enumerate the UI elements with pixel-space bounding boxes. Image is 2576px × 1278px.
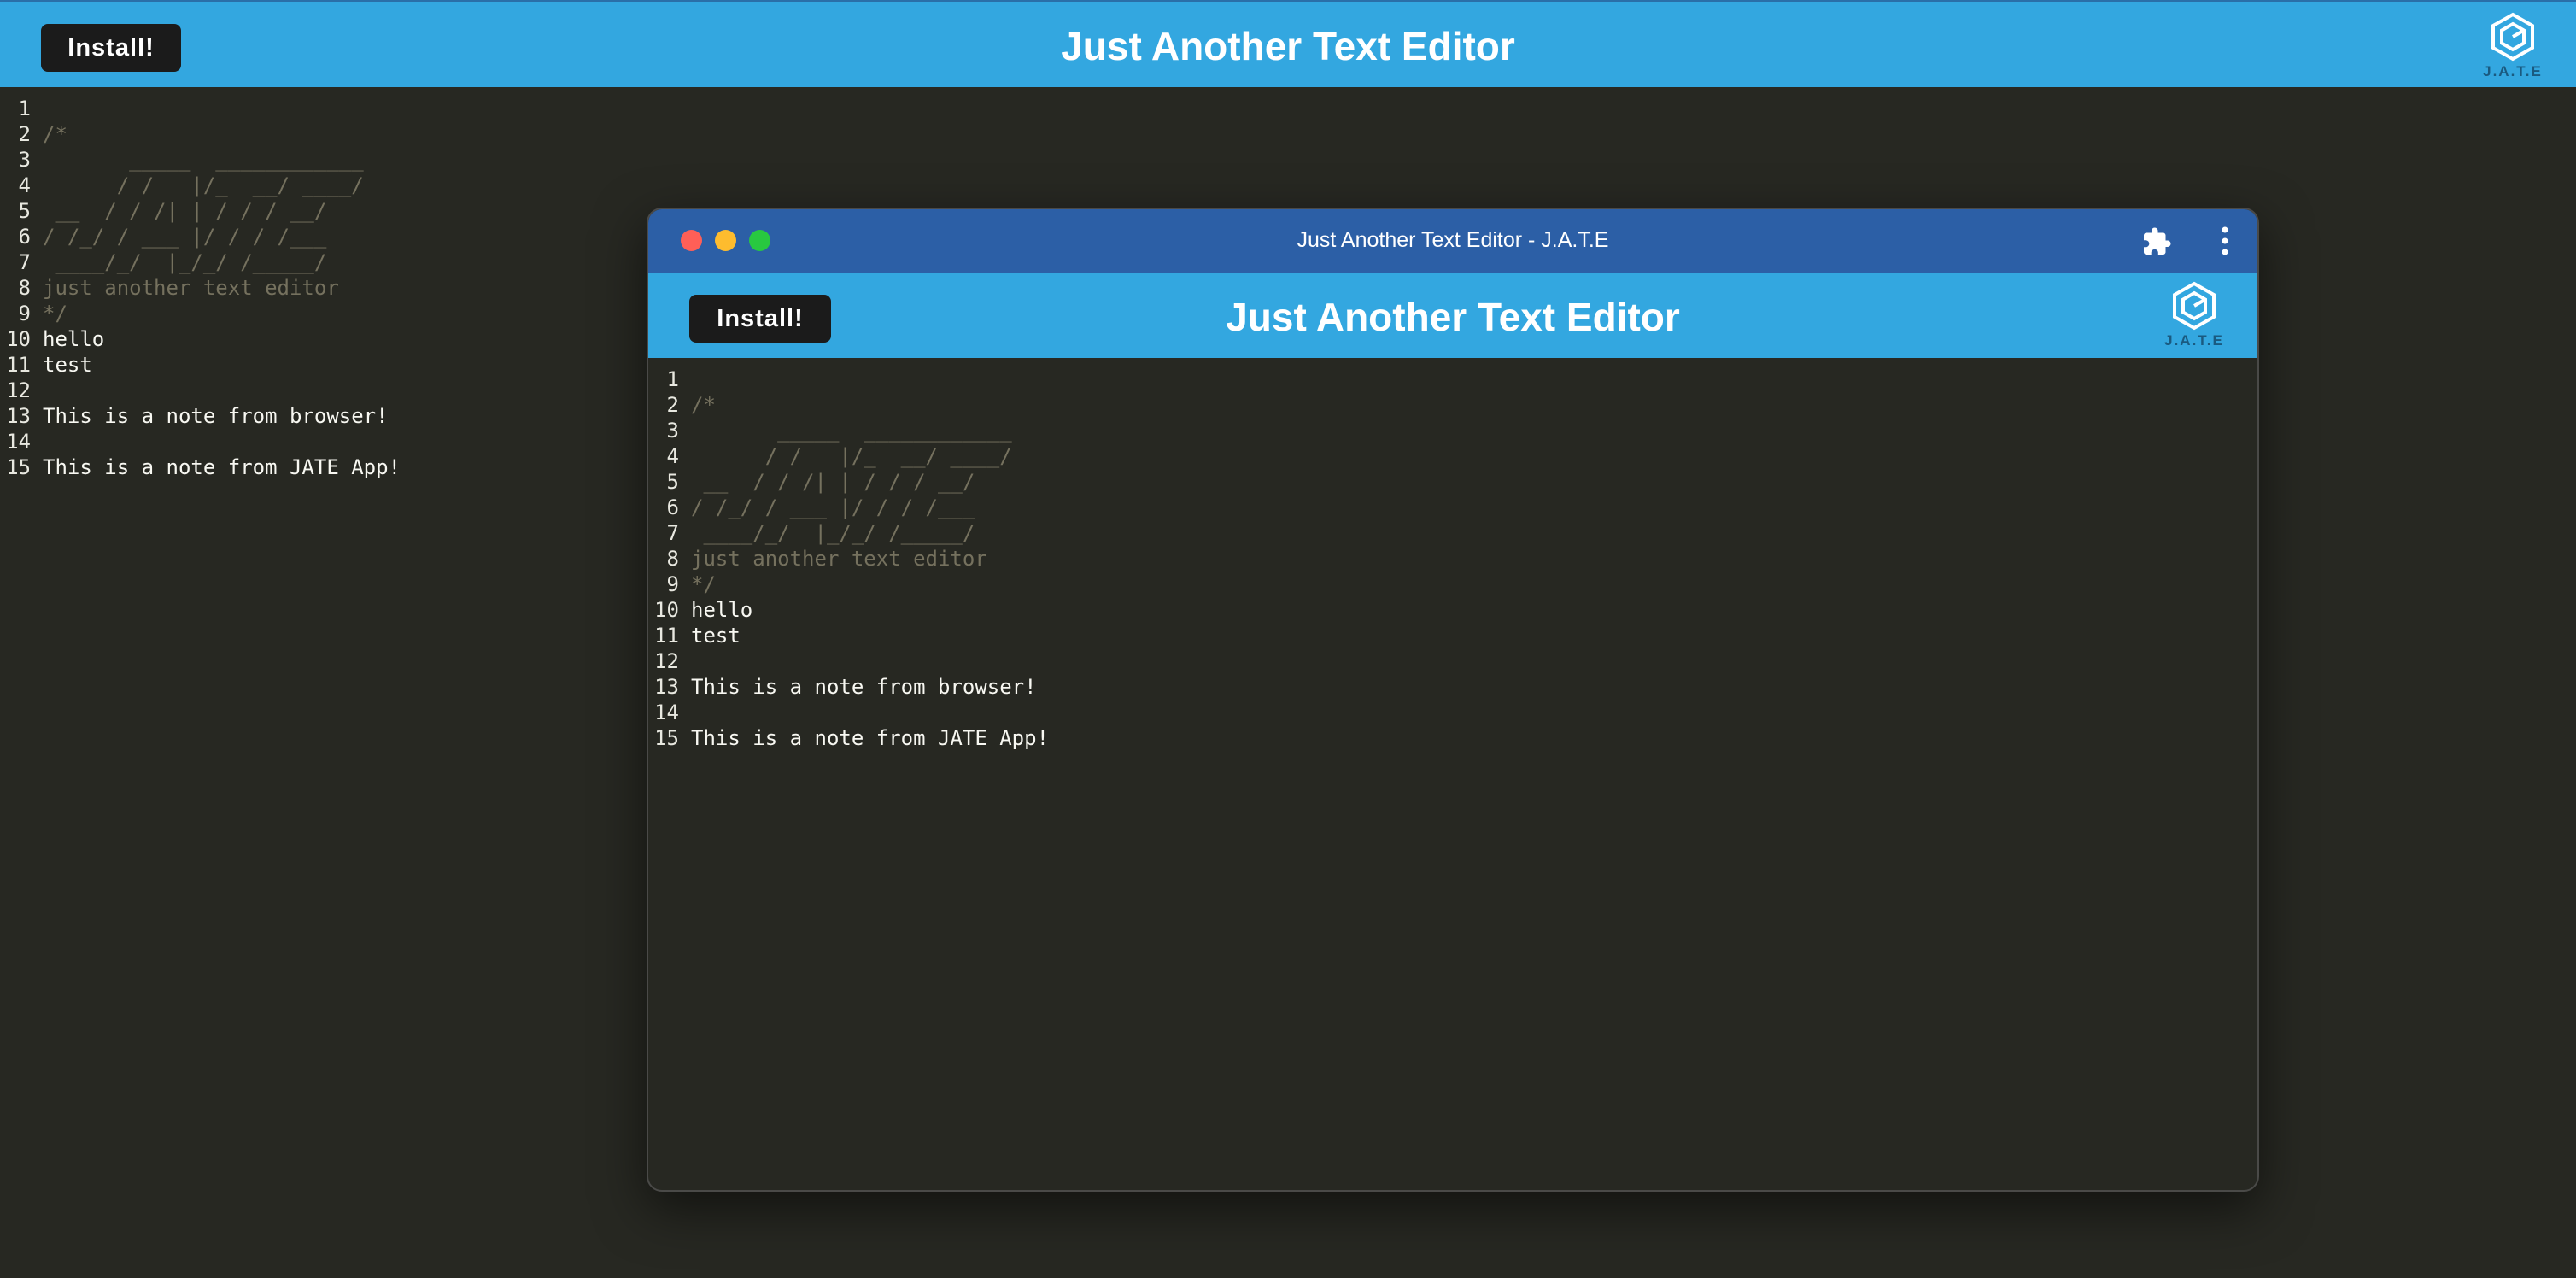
line-number: 5	[18, 199, 31, 223]
line-text: test	[691, 624, 741, 648]
editor-line[interactable]: 6 / /_/ / ___ |/ / / /___	[648, 495, 1502, 520]
line-text: */	[43, 302, 67, 325]
line-number: 2	[666, 393, 679, 417]
line-text: /*	[691, 393, 716, 417]
app-header: Install! Just Another Text Editor J.A.T.…	[0, 0, 2576, 87]
editor-line[interactable]: 12	[648, 648, 1502, 674]
editor-line[interactable]: 7 ____/_/ |_/_/ /_____/	[648, 520, 1502, 546]
editor-line[interactable]: 4 / / |/_ __/ ____/	[648, 443, 1502, 469]
line-text: This is a note from browser!	[691, 675, 1037, 699]
line-number: 13	[6, 404, 31, 428]
line-text: / /_/ / ___ |/ / / /___	[43, 225, 327, 249]
line-text: hello	[43, 327, 105, 351]
line-number: 15	[654, 726, 679, 750]
line-text: This is a note from JATE App!	[691, 726, 1050, 750]
line-text: This is a note from JATE App!	[43, 455, 401, 479]
line-text: / / |/_ __/ ____/	[691, 444, 1012, 468]
window-app-header: Install! Just Another Text Editor J.A.T.…	[648, 273, 2257, 358]
app-window: Just Another Text Editor - J.A.T.E Insta…	[647, 208, 2259, 1192]
line-number: 8	[18, 276, 31, 300]
editor-line[interactable]: 2 /*	[0, 121, 769, 147]
line-number: 2	[18, 122, 31, 146]
line-number: 6	[18, 225, 31, 249]
line-number: 12	[6, 378, 31, 402]
editor-line[interactable]: 11 test	[648, 623, 1502, 648]
line-text: just another text editor	[43, 276, 339, 300]
editor-line[interactable]: 8 just another text editor	[648, 546, 1502, 572]
line-text: test	[43, 353, 92, 377]
line-text: / / |/_ __/ ____/	[43, 173, 364, 197]
line-number: 6	[666, 495, 679, 519]
line-number: 10	[654, 598, 679, 622]
line-number: 14	[654, 701, 679, 724]
jate-logo-icon	[2173, 281, 2216, 331]
line-number: 13	[654, 675, 679, 699]
extensions-puzzle-icon[interactable]	[2141, 226, 2172, 257]
window-title: Just Another Text Editor - J.A.T.E	[1297, 228, 1609, 252]
editor-line[interactable]: 10 hello	[648, 597, 1502, 623]
editor-line[interactable]: 14	[648, 700, 1502, 725]
window-titlebar[interactable]: Just Another Text Editor - J.A.T.E	[648, 209, 2257, 273]
line-number: 8	[666, 547, 679, 571]
line-number: 4	[666, 444, 679, 468]
editor-line[interactable]: 9 */	[648, 572, 1502, 597]
line-text: _____ ____________	[691, 419, 1012, 443]
editor-line[interactable]: 15 This is a note from JATE App!	[648, 725, 1502, 751]
line-number: 11	[654, 624, 679, 648]
logo-text: J.A.T.E	[2483, 63, 2543, 79]
line-text: / /_/ / ___ |/ / / /___	[691, 495, 975, 519]
line-text: __ / / /| | / / / __/	[43, 199, 327, 223]
jate-logo: J.A.T.E	[2470, 12, 2556, 80]
line-text: */	[691, 572, 716, 596]
line-number: 12	[654, 649, 679, 673]
editor-line[interactable]: 1	[648, 366, 1502, 392]
editor-line[interactable]: 1	[0, 96, 769, 121]
line-number: 9	[18, 302, 31, 325]
app-title: Just Another Text Editor	[1061, 24, 1515, 68]
window-jate-logo: J.A.T.E	[2152, 281, 2237, 349]
line-text: /*	[43, 122, 67, 146]
line-number: 1	[18, 97, 31, 120]
line-number: 1	[666, 367, 679, 391]
line-number: 4	[18, 173, 31, 197]
line-number: 3	[666, 419, 679, 443]
line-text: ____/_/ |_/_/ /_____/	[691, 521, 975, 545]
line-text: _____ ____________	[43, 148, 364, 172]
line-number: 3	[18, 148, 31, 172]
line-text: This is a note from browser!	[43, 404, 389, 428]
line-number: 7	[18, 250, 31, 274]
editor-line[interactable]: 3 _____ ____________	[648, 418, 1502, 443]
line-number: 9	[666, 572, 679, 596]
line-text: just another text editor	[691, 547, 987, 571]
line-text: ____/_/ |_/_/ /_____/	[43, 250, 327, 274]
editor-line[interactable]: 3 _____ ____________	[0, 147, 769, 173]
window-app-title: Just Another Text Editor	[1226, 295, 1680, 339]
line-number: 7	[666, 521, 679, 545]
window-code-editor[interactable]: 1 2/* 3 _____ ____________ 4 / / |/_ __/ __…	[648, 366, 1502, 751]
more-vert-icon[interactable]	[2216, 225, 2234, 257]
line-number: 11	[6, 353, 31, 377]
line-number: 15	[6, 455, 31, 479]
window-logo-text: J.A.T.E	[2164, 332, 2224, 349]
editor-line[interactable]: 2 /*	[648, 392, 1502, 418]
line-number: 10	[6, 327, 31, 351]
line-number: 14	[6, 430, 31, 454]
editor-line[interactable]: 4 / / |/_ __/ ____/	[0, 173, 769, 198]
line-number: 5	[666, 470, 679, 494]
jate-logo-icon	[2491, 12, 2534, 62]
line-text: hello	[691, 598, 753, 622]
editor-line[interactable]: 13 This is a note from browser!	[648, 674, 1502, 700]
line-text: __ / / /| | / / / __/	[691, 470, 975, 494]
editor-line[interactable]: 5 __ / / /| | / / / __/	[648, 469, 1502, 495]
